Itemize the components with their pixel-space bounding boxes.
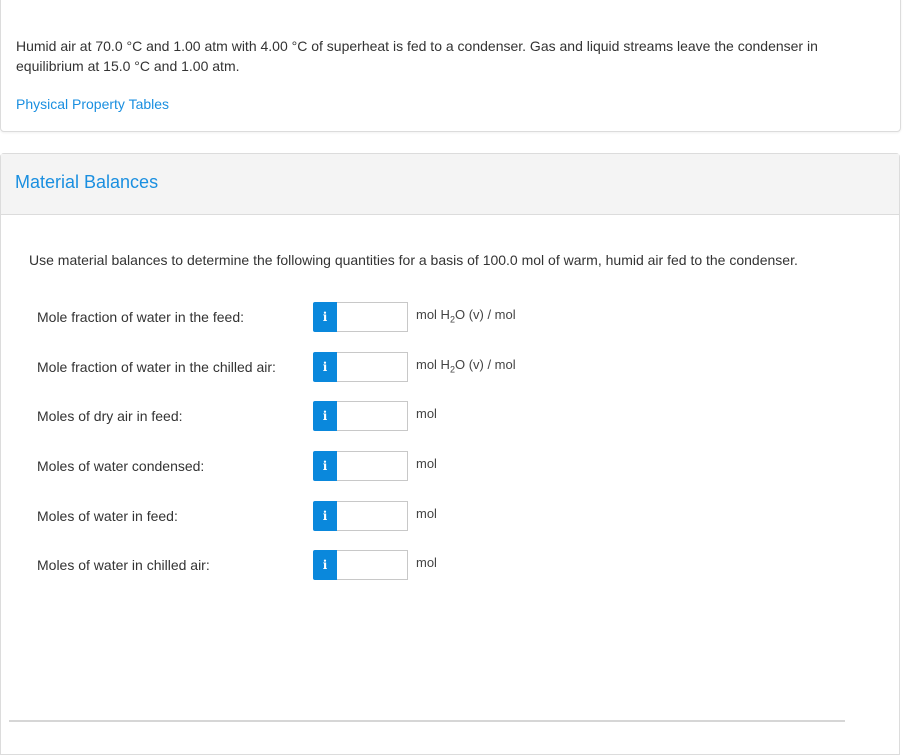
physical-property-tables-link[interactable]: Physical Property Tables — [16, 96, 169, 112]
divider — [9, 720, 845, 722]
question-row: Moles of water condensed: i mol — [1, 451, 891, 483]
unit-label: mol — [416, 506, 437, 521]
question-label: Moles of water condensed: — [37, 458, 205, 474]
problem-card: Humid air at 70.0 °C and 1.00 atm with 4… — [0, 0, 901, 132]
unit-text: mol H — [416, 357, 450, 372]
unit-text: mol H — [416, 307, 450, 322]
moles-water-condensed-input[interactable] — [337, 451, 408, 481]
moles-dry-air-feed-input[interactable] — [337, 401, 408, 431]
question-label: Moles of water in chilled air: — [37, 557, 210, 573]
question-label: Moles of water in feed: — [37, 508, 178, 524]
unit-text: O (v) / mol — [454, 357, 516, 372]
question-label: Moles of dry air in feed: — [37, 408, 183, 424]
moles-water-feed-input[interactable] — [337, 501, 408, 531]
section-header: Material Balances — [1, 154, 899, 215]
info-icon[interactable]: i — [313, 401, 337, 431]
unit-text: O (v) / mol — [454, 307, 516, 322]
problem-statement: Humid air at 70.0 °C and 1.00 atm with 4… — [16, 38, 818, 74]
info-icon[interactable]: i — [313, 550, 337, 580]
question-row: Mole fraction of water in the feed: i mo… — [1, 302, 891, 334]
unit-label: mol — [416, 555, 437, 570]
unit-label: mol H2O (v) / mol — [416, 357, 516, 375]
info-icon[interactable]: i — [313, 501, 337, 531]
question-label: Mole fraction of water in the chilled ai… — [37, 359, 276, 375]
unit-label: mol H2O (v) / mol — [416, 307, 516, 325]
info-icon[interactable]: i — [313, 451, 337, 481]
info-icon[interactable]: i — [313, 302, 337, 332]
question-row: Mole fraction of water in the chilled ai… — [1, 352, 891, 384]
question-row: Moles of water in chilled air: i mol — [1, 550, 891, 582]
section-title: Material Balances — [15, 172, 159, 192]
material-balances-card: Material Balances Use material balances … — [0, 153, 900, 755]
question-row: Moles of dry air in feed: i mol — [1, 401, 891, 433]
instructions: Use material balances to determine the f… — [29, 252, 798, 268]
info-icon[interactable]: i — [313, 352, 337, 382]
unit-label: mol — [416, 406, 437, 421]
mole-fraction-water-feed-input[interactable] — [337, 302, 408, 332]
question-label: Mole fraction of water in the feed: — [37, 309, 244, 325]
unit-label: mol — [416, 456, 437, 471]
question-row: Moles of water in feed: i mol — [1, 501, 891, 533]
mole-fraction-water-chilled-input[interactable] — [337, 352, 408, 382]
moles-water-chilled-air-input[interactable] — [337, 550, 408, 580]
